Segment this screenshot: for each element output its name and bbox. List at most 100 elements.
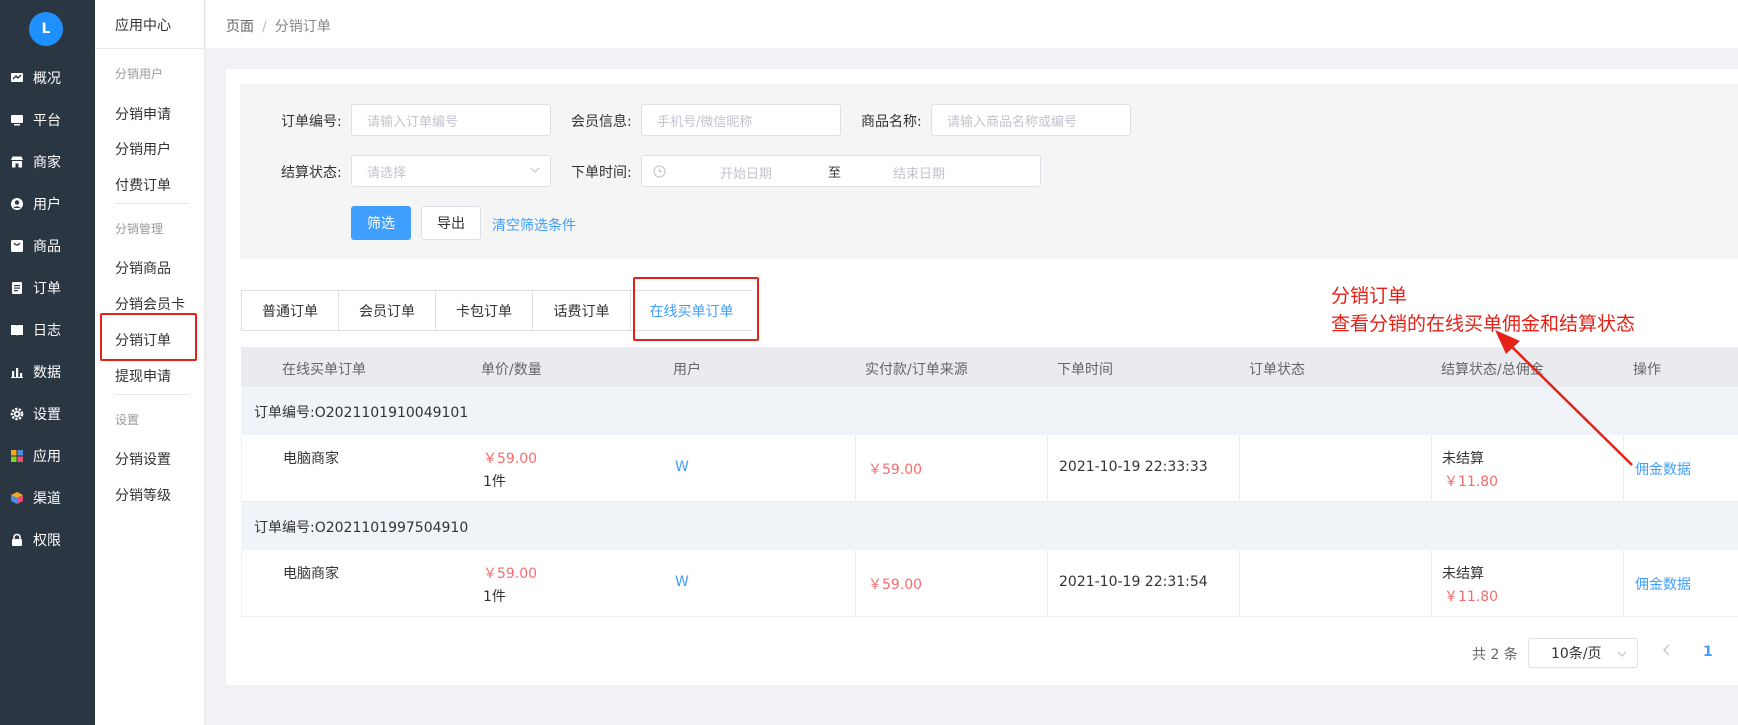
main-sidebar: L 概况 平台 商家 用户 商品 订单 日志 数据 设置 应用 渠道 权限 (0, 0, 95, 725)
order-time: 2021-10-19 22:33:33 (1059, 459, 1208, 475)
nav-label: 渠道 (33, 491, 61, 507)
column-header: 实付款/订单来源 (865, 362, 968, 378)
export-button[interactable]: 导出 (421, 206, 481, 240)
commission-data-link[interactable]: 佣金数据 (1635, 459, 1691, 479)
filter-button[interactable]: 筛选 (351, 206, 411, 240)
order-group-row: 订单编号:O2021101997504910 (241, 502, 1738, 550)
submenu-item-users[interactable]: 分销用户 (115, 139, 171, 159)
sub-sidebar: 应用中心 分销用户 分销申请 分销用户 付费订单 分销管理 分销商品 分销会员卡… (95, 0, 205, 725)
book-icon (10, 323, 24, 337)
breadcrumb-root[interactable]: 页面 (226, 19, 254, 35)
paid-amount: ￥59.00 (868, 577, 923, 593)
column-header: 结算状态/总佣金 (1441, 362, 1544, 378)
chevron-left-icon[interactable] (1660, 643, 1674, 657)
nav-label: 应用 (33, 449, 61, 465)
submenu-item-apply[interactable]: 分销申请 (115, 104, 171, 124)
nav-label: 设置 (33, 407, 61, 423)
settle-status-placeholder: 请选择 (367, 165, 407, 181)
product-placeholder: 请输入商品名称或编号 (947, 114, 1078, 130)
cell-divider (855, 550, 856, 617)
submenu-item-paid-orders[interactable]: 付费订单 (115, 175, 171, 195)
nav-label: 商家 (33, 155, 61, 171)
tab-phone-orders[interactable]: 话费订单 (533, 291, 631, 330)
submenu-item-member-card[interactable]: 分销会员卡 (115, 294, 185, 314)
nav-item-user[interactable]: 用户 (0, 188, 95, 220)
nav-item-settings[interactable]: 设置 (0, 398, 95, 430)
monitor-icon (10, 113, 24, 127)
apps-grid-icon (10, 449, 24, 463)
nav-item-platform[interactable]: 平台 (0, 104, 95, 136)
user-name[interactable]: W (675, 574, 689, 590)
start-date-placeholder[interactable]: 开始日期 (720, 163, 772, 182)
nav-item-apps[interactable]: 应用 (0, 440, 95, 472)
order-no-input[interactable]: 请输入订单编号 (351, 104, 551, 136)
submenu-divider (115, 394, 189, 395)
cube-icon (10, 491, 24, 505)
column-header: 操作 (1633, 362, 1661, 378)
settle-status: 未结算 (1442, 566, 1484, 582)
nav-item-log[interactable]: 日志 (0, 314, 95, 346)
nav-item-channel[interactable]: 渠道 (0, 482, 95, 514)
commission-data-link[interactable]: 佣金数据 (1635, 574, 1691, 594)
annotation-line-1: 分销订单 (1331, 285, 1408, 307)
pagination-total: 共 2 条 (1472, 647, 1518, 663)
order-no-label: 订单编号: (281, 114, 342, 130)
cell-divider (855, 435, 856, 502)
column-header: 订单状态 (1249, 362, 1305, 378)
table-row: 电脑商家 ￥59.00 1件 W ￥59.00 2021-10-19 22:33… (241, 435, 1738, 502)
member-input[interactable]: 手机号/微信昵称 (641, 104, 841, 136)
tab-member-orders[interactable]: 会员订单 (339, 291, 436, 330)
dashboard-icon (10, 71, 24, 85)
nav-item-order[interactable]: 订单 (0, 272, 95, 304)
unit-price: ￥59.00 (483, 566, 538, 582)
quantity: 1件 (483, 474, 506, 490)
lock-icon (10, 533, 24, 547)
nav-item-overview[interactable]: 概况 (0, 62, 95, 94)
settle-status-select[interactable]: 请选择 (351, 155, 551, 187)
submenu-group-distribution-users: 分销用户 (115, 67, 164, 81)
end-date-placeholder[interactable]: 结束日期 (893, 163, 945, 182)
breadcrumb-separator: / (262, 19, 267, 35)
nav-label: 数据 (33, 365, 61, 381)
highlight-box-submenu (100, 313, 197, 361)
submenu-divider (95, 48, 205, 49)
user-name[interactable]: W (675, 459, 689, 475)
column-header: 下单时间 (1057, 362, 1113, 378)
clear-filters-link[interactable]: 清空筛选条件 (492, 215, 576, 235)
settle-status: 未结算 (1442, 451, 1484, 467)
product-label: 商品名称: (861, 114, 922, 130)
submenu-divider (115, 203, 189, 204)
submenu-group-management: 分销管理 (115, 222, 164, 236)
product-name: 电脑商家 (283, 451, 339, 467)
cell-divider (1623, 550, 1624, 617)
nav-label: 日志 (33, 323, 61, 339)
submenu-item-settings[interactable]: 分销设置 (115, 449, 171, 469)
tab-normal-orders[interactable]: 普通订单 (242, 291, 339, 330)
nav-label: 商品 (33, 239, 61, 255)
member-placeholder: 手机号/微信昵称 (657, 114, 753, 130)
top-header: 页面 / 分销订单 (206, 0, 1738, 48)
nav-label: 权限 (33, 533, 61, 549)
order-group-row: 订单编号:O2021101910049101 (241, 387, 1738, 435)
logo-icon[interactable]: L (29, 12, 63, 46)
page-number-current[interactable]: 1 (1703, 644, 1713, 660)
submenu-item-withdraw[interactable]: 提现申请 (115, 366, 171, 386)
nav-item-permission[interactable]: 权限 (0, 524, 95, 556)
page-size-select[interactable]: 10条/页 (1528, 638, 1638, 668)
quantity: 1件 (483, 589, 506, 605)
commission-amount: ￥11.80 (1444, 474, 1499, 490)
date-range-picker[interactable]: 开始日期 至 结束日期 (641, 155, 1041, 187)
submenu-group-settings: 设置 (115, 413, 140, 427)
column-header: 在线买单订单 (282, 362, 366, 378)
nav-item-product[interactable]: 商品 (0, 230, 95, 262)
chevron-down-icon (530, 167, 540, 173)
order-no-placeholder: 请输入订单编号 (367, 114, 459, 130)
submenu-item-products[interactable]: 分销商品 (115, 258, 171, 278)
nav-item-merchant[interactable]: 商家 (0, 146, 95, 178)
unit-price: ￥59.00 (483, 451, 538, 467)
submenu-item-levels[interactable]: 分销等级 (115, 485, 171, 505)
product-input[interactable]: 请输入商品名称或编号 (931, 104, 1131, 136)
cell-divider (1239, 435, 1240, 502)
nav-item-data[interactable]: 数据 (0, 356, 95, 388)
tab-card-orders[interactable]: 卡包订单 (436, 291, 533, 330)
